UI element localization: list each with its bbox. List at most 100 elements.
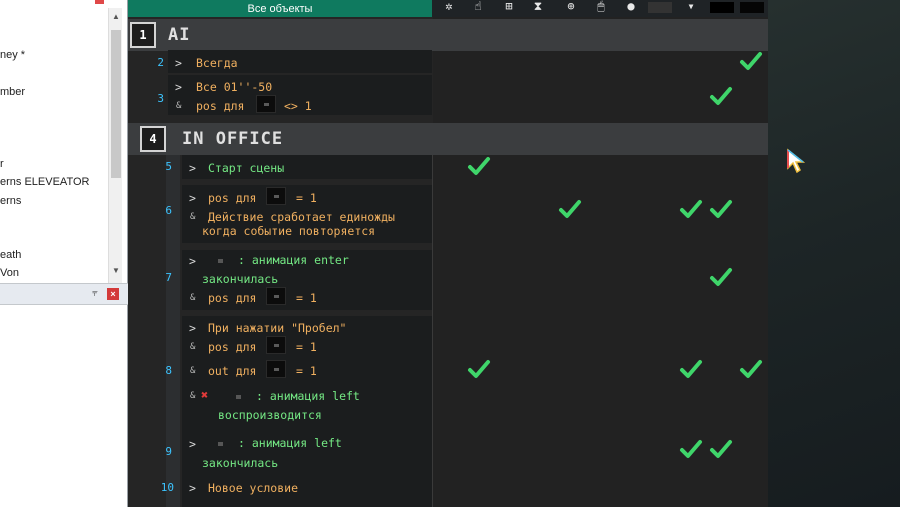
checkmark-icon xyxy=(739,359,763,379)
condition-text[interactable]: Все 01''-50 xyxy=(196,80,272,94)
condition-text[interactable]: pos для xyxy=(196,99,244,113)
event-row[interactable]: > Всегда xyxy=(168,50,432,73)
and-marker: & xyxy=(190,366,196,376)
checkmark-icon xyxy=(709,439,733,459)
object-icon xyxy=(256,95,276,113)
event-number: 5 xyxy=(165,160,172,173)
panel-top-close-icon[interactable] xyxy=(95,0,104,4)
grid-icon[interactable]: ⊞ xyxy=(500,0,518,15)
add-condition-link[interactable]: Новое условие xyxy=(208,481,298,495)
condition-marker: > xyxy=(175,80,182,94)
condition-text[interactable]: При нажатии "Пробел" xyxy=(208,321,346,335)
panel-titlebar: ⫧ × xyxy=(0,283,128,305)
mouse-icon[interactable]: 🖱 xyxy=(591,0,611,15)
all-objects-tab[interactable]: Все объекты xyxy=(128,0,432,17)
condition-text[interactable]: pos для xyxy=(208,191,256,205)
event-number: 10 xyxy=(160,481,174,494)
event-sheet: 1 AI 2 > Всегда 3 > Все 01''-50 & pos дл… xyxy=(128,17,768,507)
condition-text[interactable]: : анимация left xyxy=(256,389,360,403)
event-row[interactable]: > Все 01''-50 & pos для <> 1 xyxy=(168,75,432,115)
black-thumbnail-icon[interactable] xyxy=(740,2,764,13)
tree-scrollbar[interactable]: ▲ ▼ xyxy=(108,8,122,283)
group-header-in-office[interactable]: 4 IN OFFICE xyxy=(128,123,768,155)
checkmark-icon xyxy=(467,156,491,176)
mouse-cursor-icon xyxy=(787,148,806,174)
object-thumbnail-icon[interactable] xyxy=(648,2,672,13)
and-marker: & xyxy=(176,101,182,111)
object-icon xyxy=(218,442,223,446)
close-panel-button[interactable]: × xyxy=(107,288,119,300)
object-icon xyxy=(266,360,286,378)
checkmark-icon xyxy=(709,267,733,287)
condition-text[interactable]: Действие сработает единожды xyxy=(208,210,395,224)
group-header-ai[interactable]: 1 AI xyxy=(128,19,768,51)
condition-text[interactable]: Всегда xyxy=(196,56,238,70)
event-row[interactable]: > Новое условие xyxy=(182,477,432,507)
condition-marker: > xyxy=(189,254,196,268)
group-number: 1 xyxy=(130,22,156,48)
scroll-up-icon[interactable]: ▲ xyxy=(109,12,123,21)
condition-marker: > xyxy=(189,321,196,335)
event-number: 6 xyxy=(165,204,172,217)
hourglass-icon[interactable]: ⧗ xyxy=(530,0,546,15)
event-row[interactable]: > : анимация left закончилась xyxy=(182,433,432,477)
event-row[interactable]: > pos для = 1 & Действие сработает едино… xyxy=(182,185,432,243)
event-row[interactable]: > Старт сцены xyxy=(182,155,432,179)
tree-item[interactable]: eath xyxy=(0,249,21,261)
checkmark-icon xyxy=(679,439,703,459)
event-row[interactable]: > : анимация enter закончилась & pos для… xyxy=(182,250,432,310)
condition-value: = 1 xyxy=(296,191,317,205)
tree-item[interactable]: mber xyxy=(0,86,25,98)
condition-text[interactable]: : анимация enter xyxy=(238,253,349,267)
add-layer-icon[interactable]: ⊕ xyxy=(560,0,582,15)
user-icon[interactable]: ● xyxy=(621,0,641,15)
tree-item[interactable]: r xyxy=(0,158,4,170)
checkmark-icon xyxy=(467,359,491,379)
desktop-background xyxy=(768,0,900,507)
condition-value: = 1 xyxy=(296,364,317,378)
tree-item[interactable]: Von xyxy=(0,267,19,279)
dark-thumbnail-icon[interactable] xyxy=(710,2,734,13)
event-number: 9 xyxy=(165,445,172,458)
dropdown-icon[interactable]: ▼ xyxy=(686,0,696,15)
checkmark-icon xyxy=(709,199,733,219)
condition-marker: > xyxy=(189,161,196,175)
condition-marker: > xyxy=(175,56,182,70)
condition-value: = 1 xyxy=(296,340,317,354)
condition-marker: > xyxy=(189,191,196,205)
condition-text[interactable]: Старт сцены xyxy=(208,161,284,175)
and-marker: & xyxy=(190,212,196,222)
condition-text[interactable]: out для xyxy=(208,364,256,378)
condition-text[interactable]: pos для xyxy=(208,291,256,305)
gear-icon[interactable]: ✲ xyxy=(440,0,458,15)
condition-text-continued: воспроизводится xyxy=(218,408,322,422)
checkmark-icon xyxy=(709,86,733,106)
tree-item[interactable]: ney * xyxy=(0,49,25,61)
group-title: IN OFFICE xyxy=(182,129,284,149)
event-number: 7 xyxy=(165,271,172,284)
condition-value: = 1 xyxy=(296,291,317,305)
pin-icon[interactable]: ⫧ xyxy=(89,288,101,300)
column-divider xyxy=(432,123,433,507)
condition-marker: > xyxy=(189,481,196,495)
scroll-down-icon[interactable]: ▼ xyxy=(109,266,123,275)
object-icon xyxy=(266,336,286,354)
scrollbar-thumb[interactable] xyxy=(111,30,121,178)
event-sheet-toolbar: Все объекты ✲ ☝ ⊞ ⧗ ⊕ 🖱 ● ▼ xyxy=(128,0,768,17)
checkmark-icon xyxy=(558,199,582,219)
cursor-pointer-icon[interactable]: ☝ xyxy=(470,0,486,15)
invert-condition-icon: ✖ xyxy=(201,388,209,402)
event-row[interactable]: > При нажатии "Пробел" & pos для = 1 & o… xyxy=(182,316,432,444)
tree-item[interactable]: erns xyxy=(0,195,21,207)
condition-text[interactable]: : анимация left xyxy=(238,436,342,450)
condition-text-continued: закончилась xyxy=(202,456,279,470)
checkmark-icon xyxy=(739,51,763,71)
object-icon xyxy=(266,187,286,205)
project-panel: ney * mber r erns ELEVEATOR erns eath Vo… xyxy=(0,0,128,507)
and-marker: & xyxy=(190,293,196,303)
event-number: 2 xyxy=(157,56,164,69)
tree-item[interactable]: erns ELEVEATOR xyxy=(0,176,89,188)
condition-text[interactable]: pos для xyxy=(208,340,256,354)
group-title: AI xyxy=(168,25,191,45)
condition-value: <> 1 xyxy=(284,99,312,113)
